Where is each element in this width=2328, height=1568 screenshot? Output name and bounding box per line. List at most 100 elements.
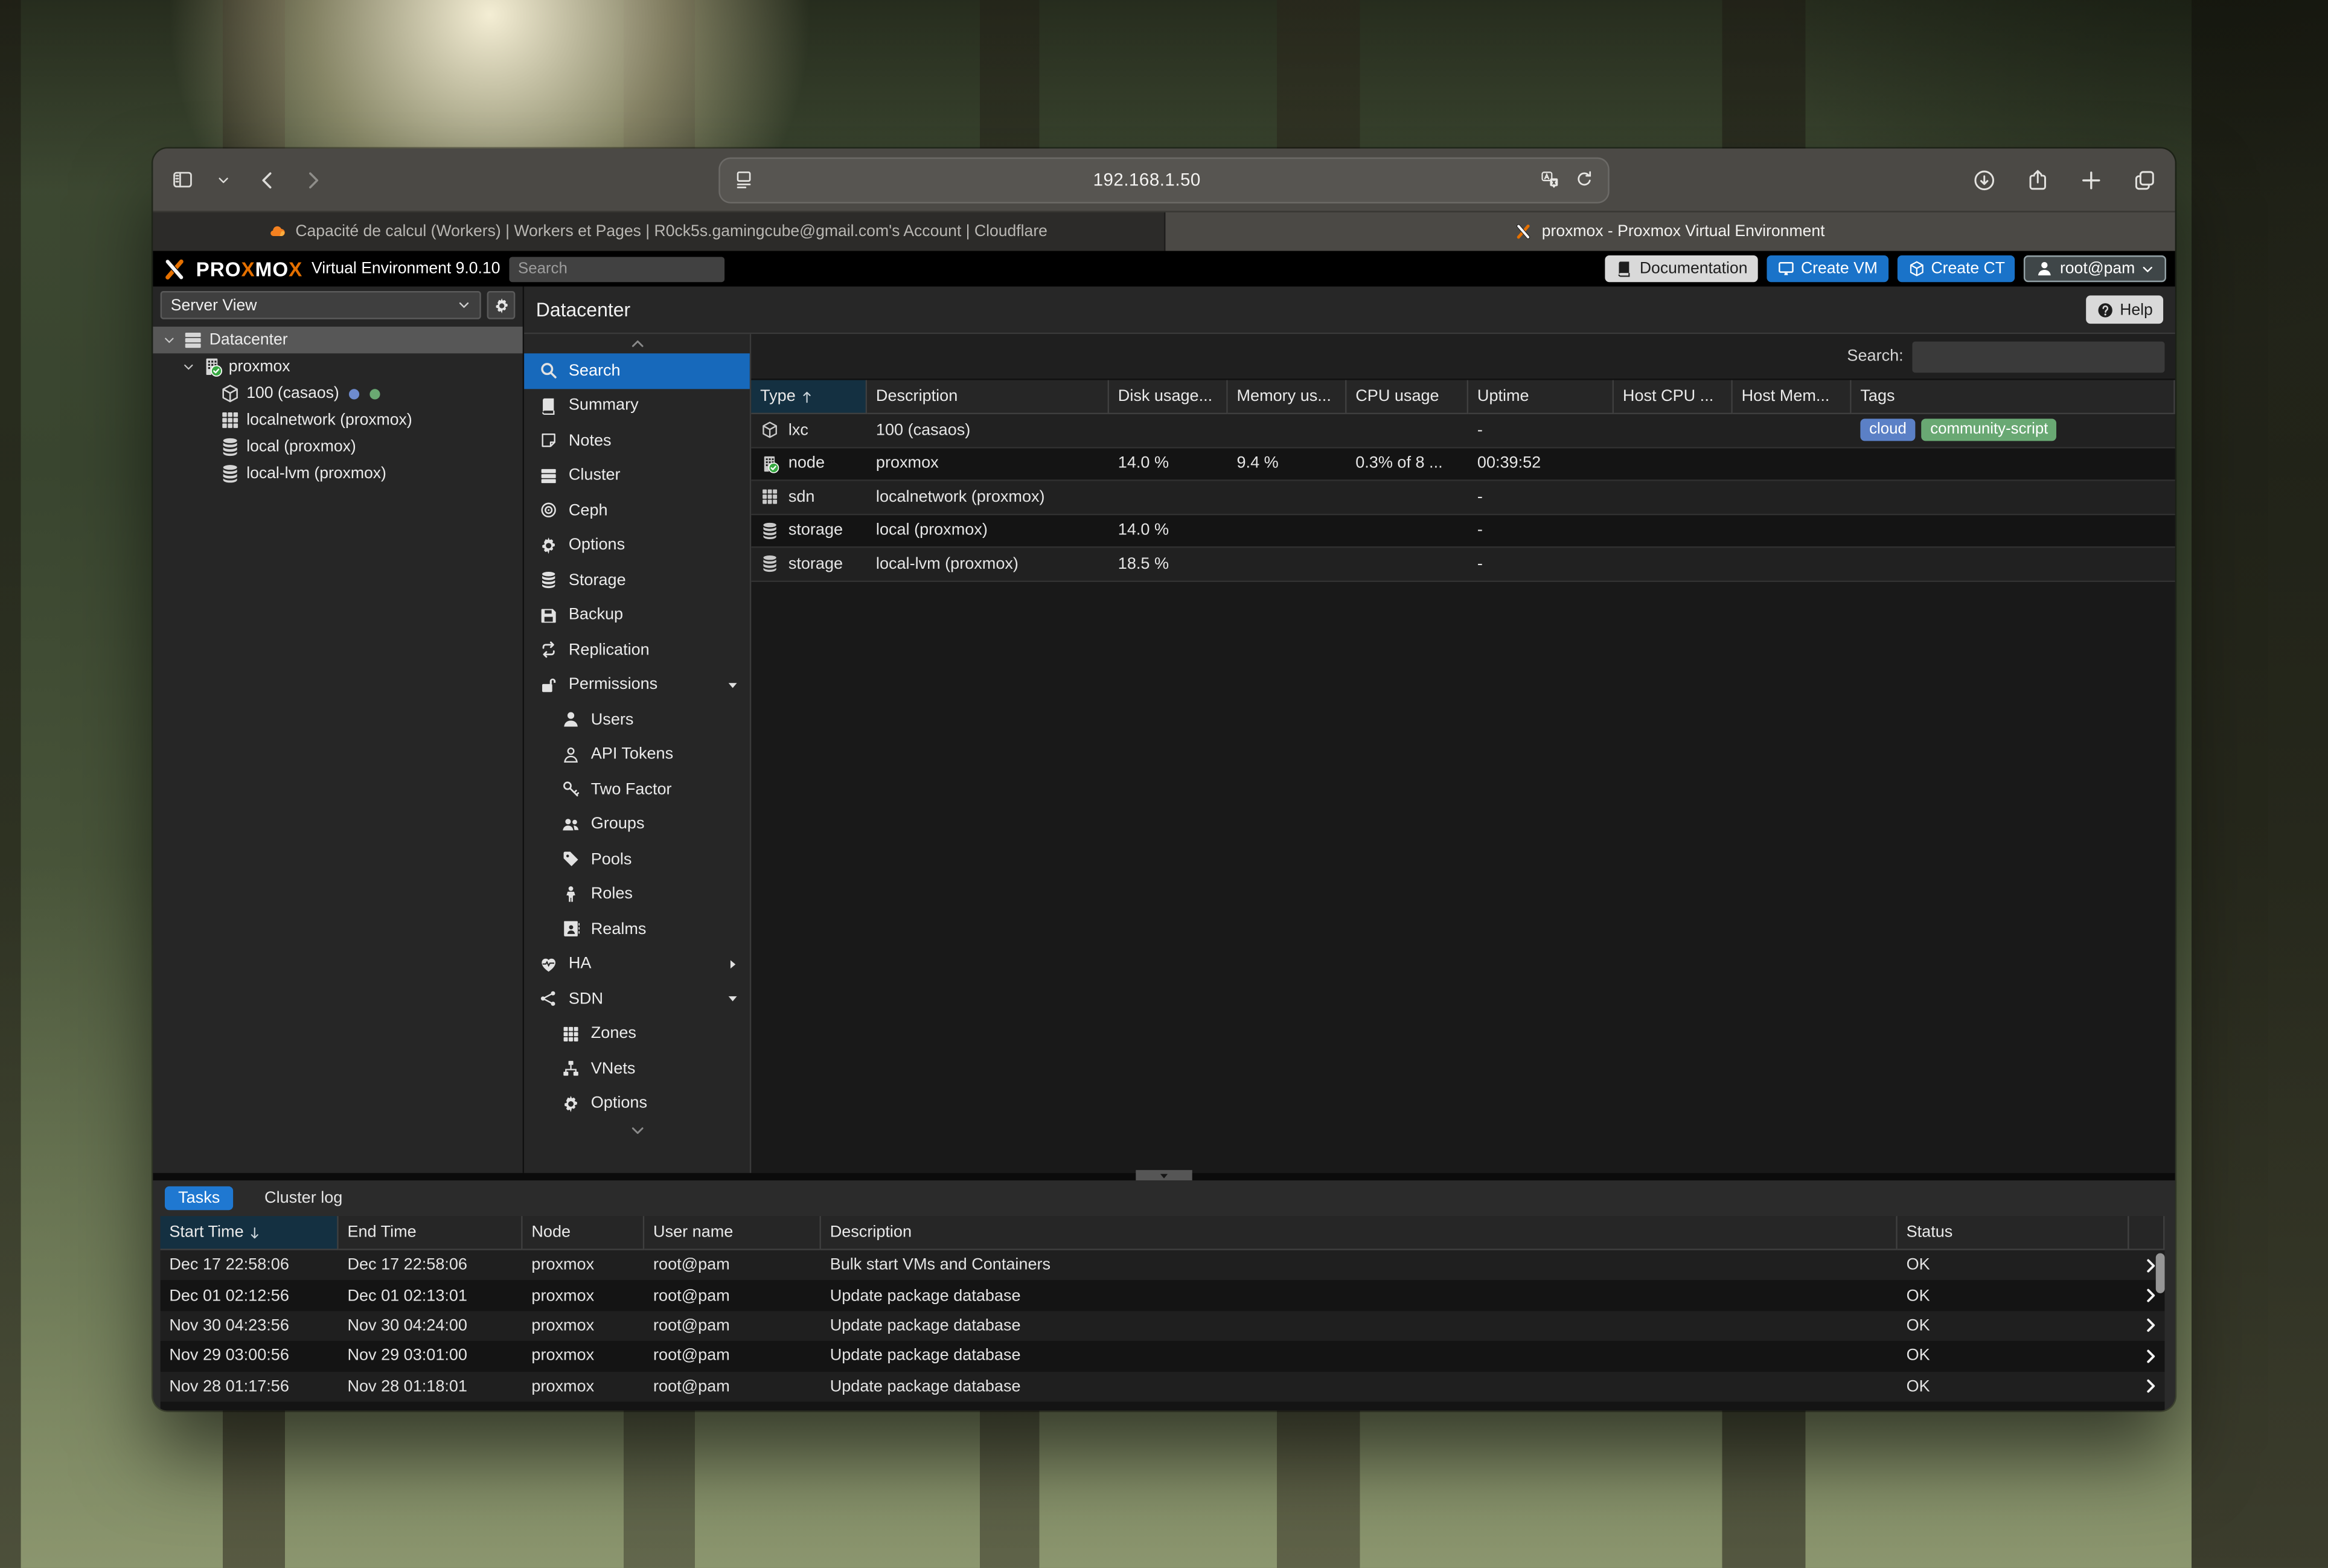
menu-item-cluster[interactable]: Cluster xyxy=(524,458,750,493)
column-header-tags[interactable]: Tags xyxy=(1852,380,2175,415)
tab-title: proxmox - Proxmox Virtual Environment xyxy=(1542,223,1825,241)
cell-status: OK xyxy=(1898,1347,2129,1365)
column-header-host-cpu[interactable]: Host CPU ... xyxy=(1614,380,1733,415)
task-row[interactable]: Nov 30 04:23:56Nov 30 04:24:00proxmoxroo… xyxy=(161,1311,2165,1341)
cell-node: proxmox xyxy=(523,1347,645,1365)
cell-start-time: Nov 29 03:00:56 xyxy=(161,1347,339,1365)
cell-actions xyxy=(2129,1409,2164,1410)
menu-item-realms[interactable]: Realms xyxy=(524,912,750,947)
tab-overview-icon[interactable] xyxy=(2132,167,2157,193)
task-row[interactable]: Nov 28 01:17:56Nov 28 01:18:01proxmoxroo… xyxy=(161,1371,2165,1401)
resource-search-input[interactable] xyxy=(1912,341,2164,372)
back-icon[interactable] xyxy=(257,168,279,191)
user-menu-button[interactable]: root@pam xyxy=(2024,255,2166,282)
tree-settings-button[interactable] xyxy=(487,291,516,319)
menu-item-api-tokens[interactable]: API Tokens xyxy=(524,737,750,772)
column-header-description[interactable]: Description xyxy=(821,1216,1898,1250)
task-row[interactable]: Nov 29 03:00:56Nov 29 03:01:00proxmoxroo… xyxy=(161,1341,2165,1371)
browser-window: 192.168.1.50 Capacité de calcul (Workers… xyxy=(153,149,2175,1410)
address-bar[interactable]: 192.168.1.50 xyxy=(718,156,1610,202)
reader-icon[interactable] xyxy=(734,169,754,190)
create-ct-button[interactable]: Create CT xyxy=(1897,255,2015,282)
column-header-description[interactable]: Description xyxy=(867,380,1109,415)
table-row-proxmox[interactable]: nodeproxmox14.0 %9.4 %0.3% of 8 ...00:39… xyxy=(751,447,2175,481)
menu-item-groups[interactable]: Groups xyxy=(524,807,750,842)
menu-item-backup[interactable]: Backup xyxy=(524,598,750,633)
task-row[interactable] xyxy=(161,1401,2165,1410)
tree-item-datacenter[interactable]: Datacenter xyxy=(153,327,522,353)
create-vm-button[interactable]: Create VM xyxy=(1767,255,1888,282)
documentation-button[interactable]: Documentation xyxy=(1605,255,1757,282)
table-row-local-lvm-proxmox[interactable]: storagelocal-lvm (proxmox)18.5 %- xyxy=(751,548,2175,581)
browser-tab-proxmox[interactable]: proxmox - Proxmox Virtual Environment xyxy=(1165,213,2175,251)
menu-item-search[interactable]: Search xyxy=(524,353,750,388)
column-header-uptime[interactable]: Uptime xyxy=(1468,380,1614,415)
tasks-scrollbar-thumb[interactable] xyxy=(2156,1253,2165,1293)
reload-icon[interactable] xyxy=(1574,169,1594,190)
menu-item-storage[interactable]: Storage xyxy=(524,563,750,598)
menu-item-ceph[interactable]: Ceph xyxy=(524,493,750,528)
share-icon[interactable] xyxy=(2025,167,2050,193)
cell-cpu-usage: 0.3% of 8 ... xyxy=(1346,447,1468,479)
search-label: Search: xyxy=(1847,347,1903,365)
column-header-node[interactable]: Node xyxy=(523,1216,645,1250)
tab-tasks[interactable]: Tasks xyxy=(165,1186,233,1210)
column-header-memory-us[interactable]: Memory us... xyxy=(1228,380,1347,415)
browser-tab-cloudflare[interactable]: Capacité de calcul (Workers) | Workers e… xyxy=(153,213,1165,251)
tree-item-proxmox[interactable]: proxmox xyxy=(153,353,522,380)
menu-scroll-down[interactable] xyxy=(524,1121,750,1141)
cell-disk-usage: 14.0 % xyxy=(1109,514,1228,546)
column-header-type[interactable]: Type xyxy=(751,380,867,415)
tab-cluster-log[interactable]: Cluster log xyxy=(251,1186,356,1210)
downloads-icon[interactable] xyxy=(1972,167,1997,193)
menu-item-zones[interactable]: Zones xyxy=(524,1016,750,1051)
tree-item-localnetwork-proxmox[interactable]: localnetwork (proxmox) xyxy=(153,407,522,434)
panel-splitter-handle[interactable] xyxy=(1136,1170,1192,1180)
menu-item-vnets[interactable]: VNets xyxy=(524,1051,750,1086)
column-header-user-name[interactable]: User name xyxy=(644,1216,821,1250)
column-header-start-time[interactable]: Start Time xyxy=(161,1216,339,1250)
menu-item-notes[interactable]: Notes xyxy=(524,423,750,458)
tasks-table-rows: Dec 17 22:58:06Dec 17 22:58:06proxmoxroo… xyxy=(161,1250,2165,1411)
task-row[interactable]: Dec 01 02:12:56Dec 01 02:13:01proxmoxroo… xyxy=(161,1281,2165,1311)
datacenter-menu: SearchSummaryNotesClusterCephOptionsStor… xyxy=(524,334,751,1173)
column-header-end-time[interactable]: End Time xyxy=(339,1216,523,1250)
tree-item-100-casaos[interactable]: 100 (casaos) xyxy=(153,380,522,407)
menu-item-ha[interactable]: HA xyxy=(524,947,750,982)
menu-item-permissions[interactable]: Permissions xyxy=(524,667,750,702)
replication-icon xyxy=(539,641,558,660)
forward-icon[interactable] xyxy=(301,168,324,191)
gear-icon xyxy=(539,536,558,555)
table-row-localnetwork-proxmox[interactable]: sdnlocalnetwork (proxmox)- xyxy=(751,481,2175,514)
menu-item-options[interactable]: Options xyxy=(524,1086,750,1121)
menu-item-users[interactable]: Users xyxy=(524,702,750,737)
tree-item-local-lvm-proxmox[interactable]: local-lvm (proxmox) xyxy=(153,460,522,487)
monitor-icon xyxy=(1777,260,1796,278)
tree-item-local-proxmox[interactable]: local (proxmox) xyxy=(153,434,522,460)
view-selector[interactable]: Server View xyxy=(161,291,481,319)
column-header-disk-usage[interactable]: Disk usage... xyxy=(1109,380,1228,415)
menu-item-two-factor[interactable]: Two Factor xyxy=(524,772,750,807)
menu-item-pools[interactable]: Pools xyxy=(524,842,750,877)
column-header-status[interactable]: Status xyxy=(1898,1216,2129,1250)
menu-item-sdn[interactable]: SDN xyxy=(524,982,750,1017)
translate-icon[interactable] xyxy=(1540,169,1560,190)
chev-right-bold-icon xyxy=(2143,1348,2159,1365)
menu-item-replication[interactable]: Replication xyxy=(524,633,750,668)
help-button[interactable]: Help xyxy=(2086,295,2163,324)
menu-item-options[interactable]: Options xyxy=(524,528,750,563)
column-header-cpu-usage[interactable]: CPU usage xyxy=(1346,380,1468,415)
column-header-host-mem[interactable]: Host Mem... xyxy=(1733,380,1852,415)
sidebar-toggle-icon[interactable] xyxy=(171,168,194,191)
panel-splitter[interactable] xyxy=(153,1173,2175,1180)
menu-item-roles[interactable]: Roles xyxy=(524,877,750,912)
menu-scroll-up[interactable] xyxy=(524,334,750,353)
table-row-100-casaos[interactable]: lxc100 (casaos)-cloudcommunity-script xyxy=(751,414,2175,447)
task-row[interactable]: Dec 17 22:58:06Dec 17 22:58:06proxmoxroo… xyxy=(161,1250,2165,1281)
toolbar-chevron-down-icon[interactable] xyxy=(217,173,230,186)
global-search-input[interactable] xyxy=(509,256,724,281)
menu-item-summary[interactable]: Summary xyxy=(524,388,750,423)
table-row-local-proxmox[interactable]: storagelocal (proxmox)14.0 %- xyxy=(751,514,2175,548)
cell-start-time: Dec 17 22:58:06 xyxy=(161,1256,339,1275)
new-tab-icon[interactable] xyxy=(2079,167,2104,193)
